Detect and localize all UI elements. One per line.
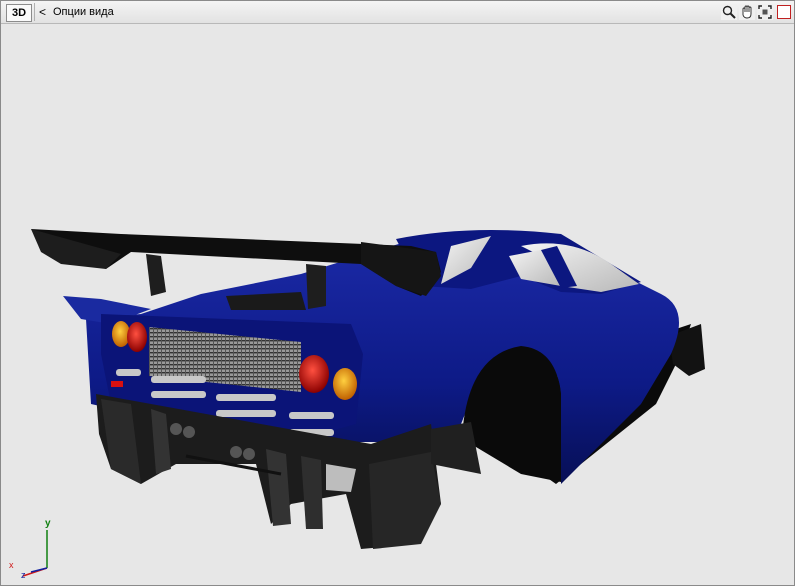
view-mode-3d-button[interactable]: 3D [6,4,32,22]
toolbar-separator [34,3,35,21]
viewer-toolbar: 3D < Опции вида [1,1,794,24]
z-axis-label: z [21,570,26,580]
view-tools [721,4,791,20]
car-model-render [31,229,705,549]
3d-viewport[interactable]: y x z [1,24,794,585]
x-axis-label: x [9,560,14,570]
viewer-window: 3D < Опции вида y x z [0,0,795,586]
back-arrow-button[interactable]: < [39,4,46,20]
axis-gizmo: y x z [9,518,51,580]
car-model[interactable] [31,229,705,549]
view-options-menu[interactable]: Опции вида [53,4,114,20]
fit-view-icon[interactable] [757,4,773,20]
y-axis-label: y [45,518,51,529]
pan-hand-icon[interactable] [739,4,755,20]
close-view-icon[interactable] [777,5,791,19]
zoom-icon[interactable] [721,4,737,20]
